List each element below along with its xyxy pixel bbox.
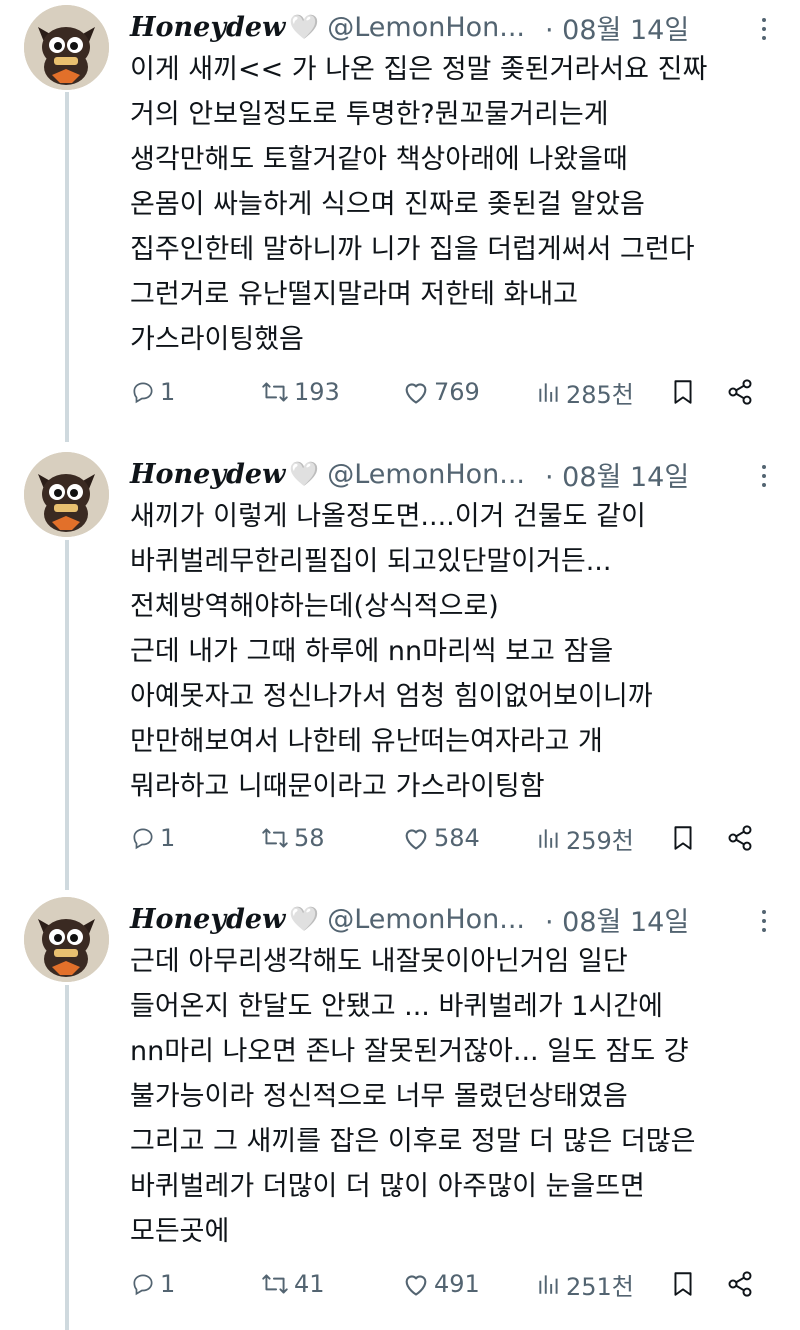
- heart-icon: [405, 383, 427, 404]
- avatar[interactable]: [24, 5, 109, 90]
- retweet-count: 193: [294, 378, 340, 406]
- view-count: 285천: [566, 380, 634, 409]
- retweet-button[interactable]: 41: [260, 1270, 325, 1298]
- heart-icon: [405, 829, 427, 850]
- avatar[interactable]: [24, 897, 109, 982]
- tweet-date[interactable]: · 08월 14일: [545, 455, 689, 494]
- user-handle[interactable]: @LemonHon...: [327, 12, 525, 43]
- share-button[interactable]: [726, 1270, 754, 1298]
- reply-icon: [133, 1274, 153, 1296]
- view-count: 259천: [566, 826, 634, 855]
- tweet-text: 이게 새끼<< 가 나온 집은 정말 좆된거라서요 진짜 거의 안보일정도로 투…: [130, 54, 708, 355]
- display-name[interactable]: Honeydew: [130, 904, 285, 935]
- reply-icon: [133, 382, 153, 404]
- retweet-button[interactable]: 193: [260, 378, 340, 406]
- thread-line: [65, 985, 69, 1330]
- retweet-count: 41: [294, 1270, 325, 1298]
- like-button[interactable]: 584: [402, 824, 480, 852]
- like-count: 769: [434, 378, 480, 406]
- views-icon: [539, 829, 558, 848]
- bookmark-icon: [674, 1272, 692, 1296]
- white-heart-icon: 🤍: [289, 905, 320, 933]
- user-handle[interactable]: @LemonHon...: [327, 904, 525, 935]
- share-icon: [728, 379, 752, 405]
- tweet-actions: 1 41 491 251천: [130, 1264, 770, 1304]
- reply-count: 1: [160, 824, 176, 852]
- like-count: 491: [434, 1270, 480, 1298]
- tweet-text: 새끼가 이렇게 나올정도면....이거 건물도 같이 바퀴벌레무한리필집이 되고…: [130, 501, 653, 802]
- more-options-icon[interactable]: [752, 5, 776, 53]
- views-button[interactable]: 285천: [536, 375, 634, 410]
- bookmark-button[interactable]: [670, 378, 696, 406]
- like-button[interactable]: 491: [402, 1270, 480, 1298]
- display-name[interactable]: Honeydew: [130, 12, 285, 43]
- display-name[interactable]: Honeydew: [130, 459, 285, 490]
- like-button[interactable]: 769: [402, 378, 480, 406]
- share-button[interactable]: [726, 378, 754, 406]
- reply-button[interactable]: 1: [130, 824, 175, 852]
- white-heart-icon: 🤍: [289, 460, 320, 488]
- retweet-icon: [262, 382, 288, 402]
- thread-line: [65, 92, 69, 442]
- reply-count: 1: [160, 378, 176, 406]
- heart-icon: [405, 1275, 427, 1296]
- tweet-header: Honeydew 🤍 @LemonHon... · 08월 14일: [130, 3, 780, 51]
- reply-count: 1: [160, 1270, 176, 1298]
- view-count: 251천: [566, 1272, 634, 1301]
- share-button[interactable]: [726, 824, 754, 852]
- views-icon: [539, 1275, 558, 1294]
- share-icon: [728, 825, 752, 851]
- bookmark-button[interactable]: [670, 1270, 696, 1298]
- views-button[interactable]: 259천: [536, 821, 634, 856]
- tweet-actions: 1 193 769 285천: [130, 372, 770, 412]
- share-icon: [728, 1271, 752, 1297]
- retweet-button[interactable]: 58: [260, 824, 325, 852]
- avatar[interactable]: [24, 452, 109, 537]
- white-heart-icon: 🤍: [289, 13, 320, 41]
- tweet-actions: 1 58 584 259천: [130, 818, 770, 858]
- tweet-date[interactable]: · 08월 14일: [545, 8, 689, 47]
- retweet-icon: [262, 1274, 288, 1294]
- tweet-header: Honeydew 🤍 @LemonHon... · 08월 14일: [130, 450, 780, 498]
- bookmark-button[interactable]: [670, 824, 696, 852]
- views-icon: [539, 383, 558, 402]
- more-options-icon[interactable]: [752, 897, 776, 945]
- bookmark-icon: [674, 380, 692, 404]
- reply-button[interactable]: 1: [130, 378, 175, 406]
- retweet-icon: [262, 828, 288, 848]
- views-button[interactable]: 251천: [536, 1267, 634, 1302]
- reply-button[interactable]: 1: [130, 1270, 175, 1298]
- more-options-icon[interactable]: [752, 452, 776, 500]
- tweet-header: Honeydew 🤍 @LemonHon... · 08월 14일: [130, 895, 780, 943]
- tweet-text: 근데 아무리생각해도 내잘못이아닌거임 일단 들어온지 한달도 안됐고 ... …: [130, 946, 696, 1247]
- bookmark-icon: [674, 826, 692, 850]
- retweet-count: 58: [294, 824, 325, 852]
- user-handle[interactable]: @LemonHon...: [327, 459, 525, 490]
- tweet-date[interactable]: · 08월 14일: [545, 900, 689, 939]
- reply-icon: [133, 828, 153, 850]
- like-count: 584: [434, 824, 480, 852]
- thread-line: [65, 540, 69, 890]
